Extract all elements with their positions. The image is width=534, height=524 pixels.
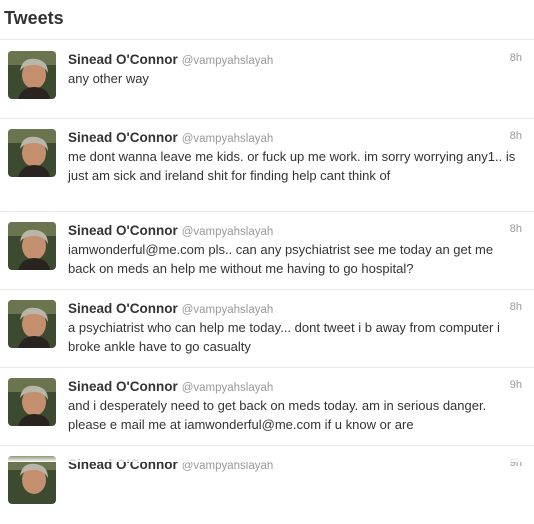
- avatar[interactable]: [8, 51, 56, 99]
- timeline-header: Tweets: [0, 0, 534, 40]
- avatar[interactable]: [8, 300, 56, 348]
- author-handle[interactable]: @vampyahslayah: [182, 133, 274, 145]
- tweet-author-line: Sinead O'Connor @vampyahslayah: [68, 222, 273, 240]
- author-name[interactable]: Sinead O'Connor: [68, 130, 178, 145]
- tweet-author-line: Sinead O'Connor @vampyahslayah: [68, 129, 273, 147]
- tweet-item[interactable]: Sinead O'Connor @vampyahslayah 8h any oth…: [0, 41, 534, 119]
- author-name[interactable]: Sinead O'Connor: [68, 223, 178, 238]
- author-name[interactable]: Sinead O'Connor: [68, 52, 178, 67]
- tweet-item[interactable]: Sinead O'Connor @vampyahslayah 9h and i d…: [0, 368, 534, 446]
- author-handle[interactable]: @vampyahslayah: [182, 55, 274, 67]
- tweet-item[interactable]: Sinead O'Connor @vampyahslayah 8h iamwond…: [0, 212, 534, 290]
- avatar[interactable]: [8, 129, 56, 177]
- tweet-timestamp[interactable]: 8h: [510, 223, 522, 235]
- bottom-fade: [0, 454, 534, 462]
- tweet-text: any other way: [68, 71, 149, 86]
- tweet-text: and i desperately need to get back on me…: [68, 398, 487, 432]
- author-handle[interactable]: @vampyahslayah: [182, 226, 274, 238]
- tweet-timestamp[interactable]: 9h: [510, 379, 522, 391]
- tweet-author-line: Sinead O'Connor @vampyahslayah: [68, 300, 273, 318]
- author-handle[interactable]: @vampyahslayah: [182, 382, 274, 394]
- avatar[interactable]: [8, 378, 56, 426]
- tweet-author-line: Sinead O'Connor @vampyahslayah: [68, 378, 273, 396]
- tweet-item[interactable]: Sinead O'Connor @vampyahslayah 8h me dont…: [0, 119, 534, 212]
- timeline-title: Tweets: [4, 8, 64, 28]
- author-name[interactable]: Sinead O'Connor: [68, 379, 178, 394]
- avatar[interactable]: [8, 222, 56, 270]
- tweet-item[interactable]: Sinead O'Connor @vampyahslayah 8h a psych…: [0, 290, 534, 368]
- tweet-text: me dont wanna leave me kids. or fuck up …: [68, 149, 516, 183]
- author-handle[interactable]: @vampyahslayah: [182, 304, 274, 316]
- tweet-author-line: Sinead O'Connor @vampyahslayah: [68, 51, 273, 69]
- tweet-text: a psychiatrist who can help me today... …: [68, 320, 500, 354]
- tweet-text: iamwonderful@me.com pls.. can any psychi…: [68, 242, 494, 276]
- author-name[interactable]: Sinead O'Connor: [68, 301, 178, 316]
- tweet-timestamp[interactable]: 8h: [510, 130, 522, 142]
- avatar[interactable]: [8, 456, 56, 504]
- tweet-timestamp[interactable]: 8h: [510, 52, 522, 64]
- tweet-timestamp[interactable]: 8h: [510, 301, 522, 313]
